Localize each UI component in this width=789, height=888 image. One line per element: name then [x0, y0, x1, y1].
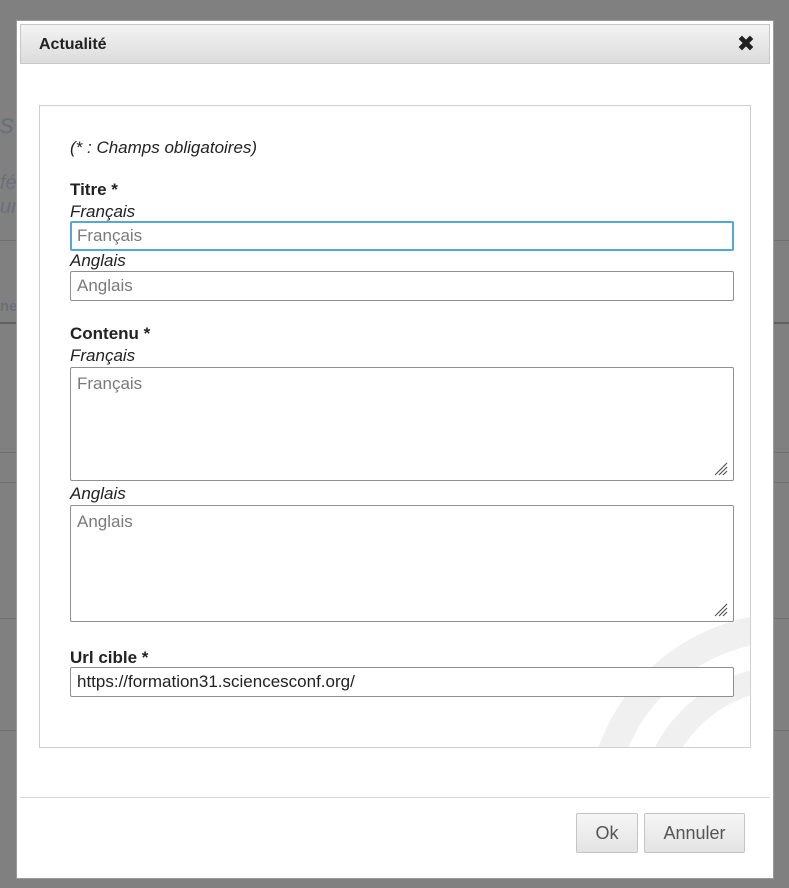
- title-fr-input[interactable]: [70, 221, 734, 251]
- url-label: Url cible *: [70, 648, 149, 667]
- resize-handle-icon[interactable]: [712, 460, 728, 476]
- resize-handle-icon[interactable]: [712, 601, 728, 617]
- background-text: s: [0, 108, 14, 139]
- content-fr-label: Français: [70, 346, 136, 365]
- title-fr-label: Français: [70, 202, 136, 221]
- title-en-label: Anglais: [70, 251, 126, 270]
- title-label: Titre *: [70, 180, 118, 199]
- required-note: (* : Champs obligatoires): [70, 138, 258, 157]
- news-dialog: Actualité ✖ (* : Champs obligatoires) Ti…: [16, 20, 774, 879]
- footer-divider: [20, 797, 770, 798]
- background-text: fé: [0, 172, 17, 194]
- dialog-titlebar: Actualité ✖: [20, 24, 770, 64]
- ok-button[interactable]: Ok: [576, 813, 638, 853]
- dialog-title: Actualité: [39, 36, 107, 53]
- content-fr-textarea[interactable]: [70, 367, 734, 481]
- url-input[interactable]: [70, 667, 734, 697]
- background-text: ne: [0, 298, 18, 315]
- close-icon[interactable]: ✖: [735, 33, 757, 55]
- content-en-label: Anglais: [70, 484, 126, 503]
- content-en-textarea[interactable]: [70, 505, 734, 622]
- title-en-input[interactable]: [70, 271, 734, 301]
- content-label: Contenu *: [70, 324, 151, 343]
- form-panel: (* : Champs obligatoires) Titre * França…: [39, 105, 751, 748]
- cancel-button[interactable]: Annuler: [644, 813, 745, 853]
